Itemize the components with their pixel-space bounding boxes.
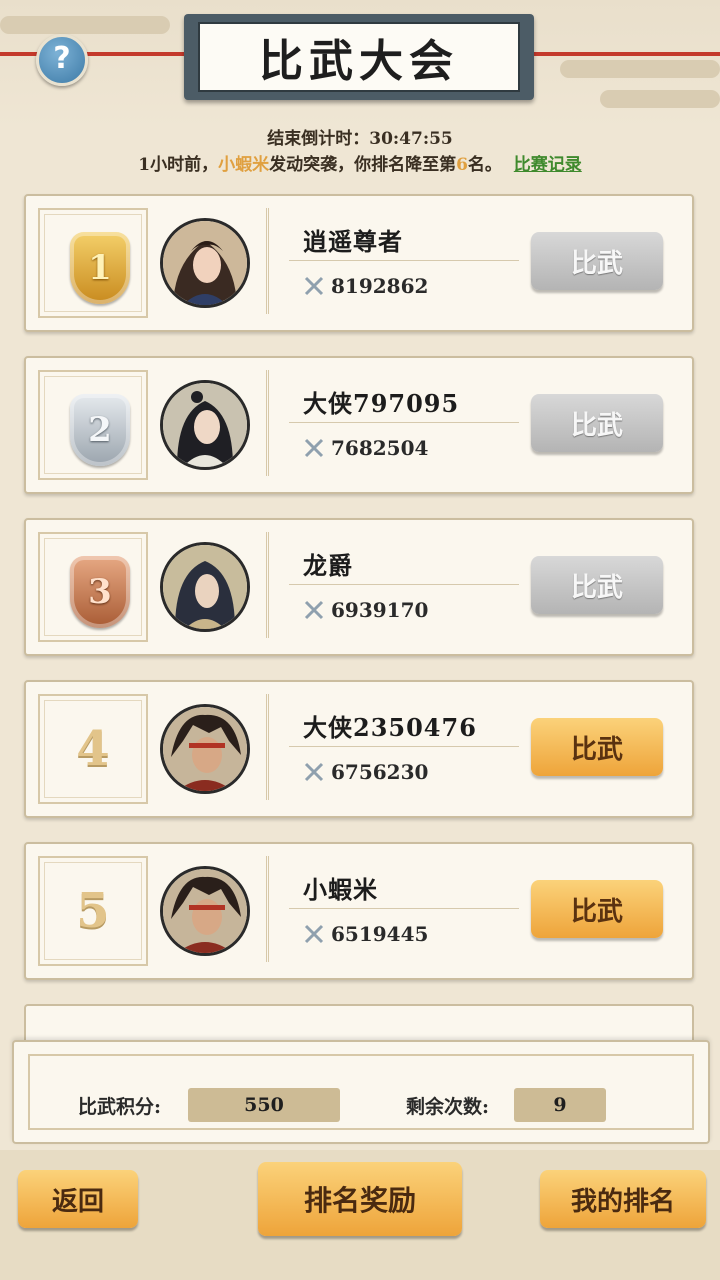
player-info: 龙爵 6939170 比武 [266, 532, 679, 638]
avatar [160, 704, 250, 794]
challenge-button[interactable]: 比武 [531, 232, 663, 290]
page-title: 比武大会 [198, 22, 520, 92]
gold-medal-icon: 1 [70, 232, 130, 304]
countdown-label: 结束倒计时： [267, 129, 370, 149]
avatar [160, 380, 250, 470]
notice-prefix: 1小时前， [138, 155, 219, 175]
countdown: 结束倒计时：30:47:55 [0, 124, 720, 149]
attack-notice: 1小时前，小蝦米发动突袭，你排名降至第6名。 比赛记录 [0, 150, 720, 175]
rank-number: 5 [76, 883, 110, 939]
rank-box: 5 [38, 856, 148, 966]
divider [289, 746, 519, 747]
countdown-value: 30:47:55 [369, 129, 453, 149]
crossed-swords-icon [304, 276, 324, 296]
help-button[interactable]: ? [36, 34, 88, 86]
stats-panel: 比武积分: 550 剩余次数: 9 [12, 1040, 710, 1144]
crossed-swords-icon [304, 600, 324, 620]
score-label: 比武积分: [78, 1096, 162, 1118]
score-value: 550 [188, 1088, 340, 1122]
rank-box: 2 [38, 370, 148, 480]
back-button[interactable]: 返回 [18, 1170, 138, 1228]
ranking-card: 1 逍遥尊者 8192862 比武 [24, 194, 694, 332]
red-rope [530, 52, 720, 56]
ranking-card: 5 小蝦米 6519445 比武 [24, 842, 694, 980]
combat-power-value: 6939170 [331, 598, 429, 622]
rank-box: 1 [38, 208, 148, 318]
my-rank-button[interactable]: 我的排名 [540, 1170, 706, 1228]
player-info: 大侠797095 7682504 比武 [266, 370, 679, 476]
challenge-button[interactable]: 比武 [531, 556, 663, 614]
combat-power-value: 6519445 [331, 922, 429, 946]
avatar [160, 542, 250, 632]
ranking-card: 4 大侠2350476 6756230 比武 [24, 680, 694, 818]
divider [289, 260, 519, 261]
ranking-card: 3 龙爵 6939170 比武 [24, 518, 694, 656]
rank-box: 3 [38, 532, 148, 642]
bronze-medal-icon: 3 [70, 556, 130, 628]
player-info: 大侠2350476 6756230 比武 [266, 694, 679, 800]
match-record-link[interactable]: 比赛记录 [514, 155, 582, 175]
remaining-value: 9 [514, 1088, 606, 1122]
combat-power: 6939170 [303, 598, 428, 622]
question-icon: ? [53, 41, 71, 76]
player-name: 龙爵 [303, 551, 353, 580]
ranking-card-partial [24, 1004, 694, 1040]
combat-power: 6519445 [303, 922, 428, 946]
player-name: 逍遥尊者 [303, 227, 403, 256]
silver-medal-icon: 2 [70, 394, 130, 466]
crossed-swords-icon [304, 762, 324, 782]
divider [289, 908, 519, 909]
red-rope [0, 52, 190, 56]
stats-frame: 比武积分: 550 剩余次数: 9 [28, 1054, 694, 1130]
challenge-button[interactable]: 比武 [531, 880, 663, 938]
challenge-button[interactable]: 比武 [531, 718, 663, 776]
remaining-label: 剩余次数: [406, 1096, 490, 1118]
rank-number: 4 [76, 721, 110, 777]
challenge-button[interactable]: 比武 [531, 394, 663, 452]
notice-suffix: 名。 [467, 155, 502, 175]
combat-power-value: 8192862 [331, 274, 429, 298]
cloud-decoration [600, 90, 720, 108]
notice-rank: 6 [456, 155, 468, 175]
player-info: 逍遥尊者 8192862 比武 [266, 208, 679, 314]
rank-rewards-button[interactable]: 排名奖励 [258, 1162, 462, 1236]
player-name: 大侠797095 [303, 389, 460, 418]
avatar [160, 866, 250, 956]
cloud-decoration [560, 60, 720, 78]
divider [289, 584, 519, 585]
crossed-swords-icon [304, 438, 324, 458]
combat-power: 7682504 [303, 436, 428, 460]
player-info: 小蝦米 6519445 比武 [266, 856, 679, 962]
divider [289, 422, 519, 423]
cloud-decoration [0, 16, 170, 34]
player-name: 大侠2350476 [303, 713, 477, 742]
notice-mid: 发动突袭，你排名降至第 [269, 155, 457, 175]
title-plaque: 比武大会 [184, 14, 534, 100]
ranking-card: 2 大侠797095 7682504 比武 [24, 356, 694, 494]
avatar [160, 218, 250, 308]
combat-power-value: 6756230 [331, 760, 429, 784]
combat-power: 6756230 [303, 760, 428, 784]
player-name: 小蝦米 [303, 875, 378, 904]
notice-attacker: 小蝦米 [218, 155, 270, 175]
combat-power: 8192862 [303, 274, 428, 298]
crossed-swords-icon [304, 924, 324, 944]
rank-box: 4 [38, 694, 148, 804]
combat-power-value: 7682504 [331, 436, 429, 460]
